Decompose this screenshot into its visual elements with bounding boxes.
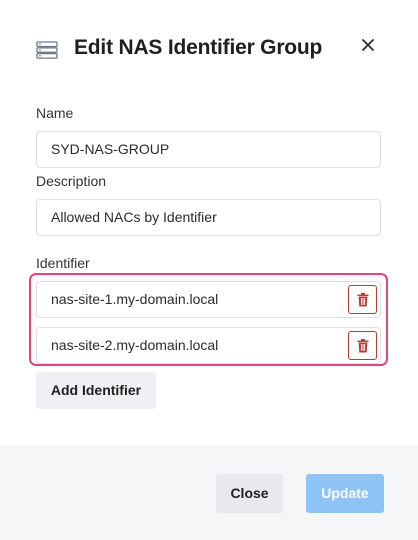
trash-icon <box>357 293 369 307</box>
delete-identifier-button[interactable] <box>348 331 377 360</box>
close-button[interactable]: Close <box>216 474 283 513</box>
delete-identifier-button[interactable] <box>348 285 377 314</box>
identifier-list: nas-site-1.my-domain.local nas-site-2.my… <box>29 273 388 366</box>
close-icon[interactable] <box>359 36 379 56</box>
dialog-footer: Close Update <box>0 446 418 540</box>
trash-icon <box>357 339 369 353</box>
description-label: Description <box>36 173 107 189</box>
name-field[interactable]: SYD-NAS-GROUP <box>36 131 381 168</box>
dialog-title: Edit NAS Identifier Group <box>74 36 323 59</box>
description-field[interactable]: Allowed NACs by Identifier <box>36 199 381 236</box>
identifier-row[interactable]: nas-site-1.my-domain.local <box>36 281 381 318</box>
identifier-field[interactable]: nas-site-2.my-domain.local <box>51 328 218 363</box>
name-label: Name <box>36 105 74 121</box>
update-button[interactable]: Update <box>306 474 384 513</box>
dialog-header: Edit NAS Identifier Group <box>36 30 382 70</box>
identifier-row[interactable]: nas-site-2.my-domain.local <box>36 327 381 364</box>
identifier-label: Identifier <box>36 255 90 271</box>
add-identifier-button[interactable]: Add Identifier <box>36 372 156 409</box>
edit-nas-identifier-group-dialog: Edit NAS Identifier Group Name SYD-NAS-G… <box>0 0 418 540</box>
server-list-icon <box>36 41 58 59</box>
identifier-field[interactable]: nas-site-1.my-domain.local <box>51 282 218 317</box>
